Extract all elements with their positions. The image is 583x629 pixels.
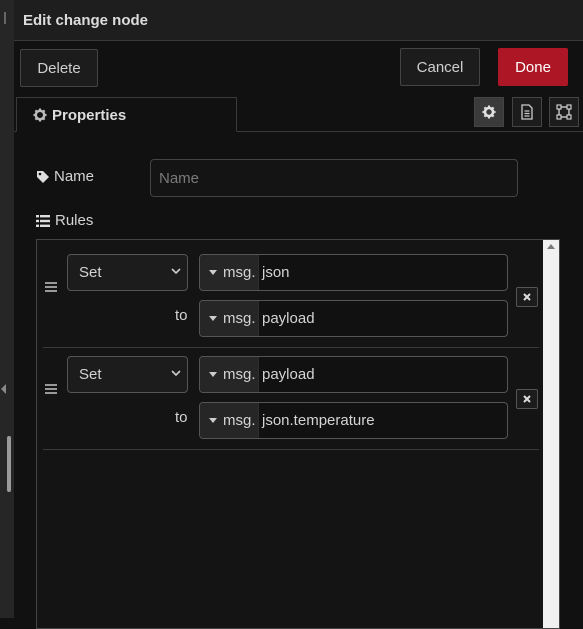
rule-action-select[interactable]: Set [67, 254, 188, 291]
rule-target-type: msg. [223, 264, 256, 281]
rules-label: Rules [36, 212, 93, 229]
description-icon [521, 104, 533, 120]
gear-icon [33, 108, 47, 122]
caret-down-icon [209, 316, 217, 321]
rule-value-field[interactable]: msg. json.temperature [199, 402, 508, 439]
scroll-up-icon[interactable] [547, 244, 555, 249]
rule-action-value: Set [79, 264, 102, 281]
cancel-button[interactable]: Cancel [400, 48, 480, 86]
remove-rule-button[interactable] [516, 389, 538, 409]
appearance-tab-button[interactable] [549, 97, 579, 127]
rule-target-type-select[interactable]: msg. [200, 255, 259, 290]
rule-value-type: msg. [223, 412, 256, 429]
delete-button[interactable]: Delete [20, 49, 98, 87]
rule-value-type-select[interactable]: msg. [200, 301, 259, 336]
rule-action-value: Set [79, 366, 102, 383]
caret-down-icon [209, 270, 217, 275]
resize-handle[interactable] [7, 436, 11, 492]
caret-down-icon [209, 418, 217, 423]
appearance-icon [556, 104, 572, 120]
drag-handle-icon[interactable] [45, 384, 57, 394]
list-icon [36, 214, 50, 227]
rules-list[interactable]: Set msg. json to msg. payload Set msg. p… [36, 239, 560, 629]
name-label-text: Name [54, 168, 95, 185]
description-tab-button[interactable] [512, 97, 542, 127]
close-icon [523, 395, 531, 403]
rules-scrollbar[interactable] [543, 240, 559, 628]
rule-target-value[interactable]: payload [262, 366, 315, 383]
name-label: Name [36, 168, 94, 185]
tag-icon [37, 170, 49, 183]
rule-target-value[interactable]: json [262, 264, 290, 281]
rules-label-text: Rules [55, 212, 94, 229]
name-input[interactable] [150, 159, 518, 197]
rule-action-select[interactable]: Set [67, 356, 188, 393]
rule-row: Set msg. json to msg. payload [43, 245, 539, 348]
settings-tab-button[interactable] [474, 97, 504, 127]
rule-target-field[interactable]: msg. payload [199, 356, 508, 393]
close-icon [523, 293, 531, 301]
rule-row: Set msg. payload to msg. json.temperatur… [43, 347, 539, 450]
done-button[interactable]: Done [498, 48, 568, 86]
rule-value-type-select[interactable]: msg. [200, 403, 259, 438]
rule-target-type-select[interactable]: msg. [200, 357, 259, 392]
strip-marker [4, 12, 6, 24]
remove-rule-button[interactable] [516, 287, 538, 307]
rule-to-label: to [175, 307, 188, 324]
rule-value-value[interactable]: json.temperature [262, 412, 375, 429]
tab-properties-label: Properties [52, 107, 127, 124]
tab-properties[interactable]: Properties [16, 97, 237, 132]
chevron-down-icon [171, 268, 181, 275]
rule-value-type: msg. [223, 310, 256, 327]
collapse-arrow-icon[interactable] [1, 384, 6, 394]
dialog-title: Edit change node [23, 12, 149, 29]
drag-handle-icon[interactable] [45, 282, 57, 292]
rule-value-field[interactable]: msg. payload [199, 300, 508, 337]
chevron-down-icon [171, 370, 181, 377]
rule-target-type: msg. [223, 366, 256, 383]
rule-value-value[interactable]: payload [262, 310, 315, 327]
rule-target-field[interactable]: msg. json [199, 254, 508, 291]
editor-side-strip [0, 0, 14, 618]
caret-down-icon [209, 372, 217, 377]
settings-icon [482, 105, 496, 119]
tab-bar: Properties [14, 94, 583, 132]
rule-to-label: to [175, 409, 188, 426]
dialog-titlebar: Edit change node [14, 0, 583, 41]
